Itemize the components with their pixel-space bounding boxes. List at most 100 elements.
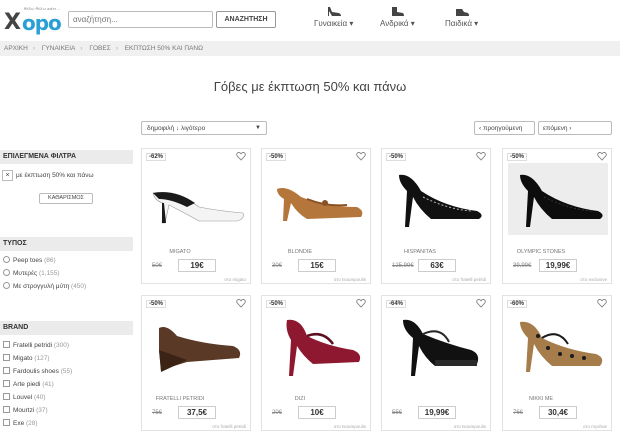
heart-icon[interactable] xyxy=(597,298,607,308)
chevron-down-icon: ▾ xyxy=(410,19,415,28)
search-input[interactable] xyxy=(68,11,213,28)
breadcrumb-home[interactable]: ΑΡΧΙΚΗ xyxy=(4,45,28,52)
sale-price[interactable]: 30,4€ xyxy=(539,406,577,419)
product-image[interactable] xyxy=(267,163,367,235)
option-count: (40) xyxy=(33,394,46,401)
product-brand: DIZI xyxy=(294,396,306,402)
heart-icon[interactable] xyxy=(236,298,246,308)
product-card[interactable]: -60% NIKKI ME 76€ 30,4€ στο myshoe xyxy=(502,295,612,431)
option-label: Mourtzi xyxy=(13,407,35,414)
brand-option[interactable]: Fardoulis shoes (55) xyxy=(3,367,72,378)
product-image[interactable] xyxy=(387,310,487,382)
brand-option[interactable]: Louvel (40) xyxy=(3,393,46,404)
option-count: (450) xyxy=(71,283,87,290)
sneaker-icon xyxy=(455,9,469,16)
product-image[interactable] xyxy=(267,310,367,382)
caret-down-icon: ▼ xyxy=(255,125,261,131)
active-filter-label: με έκπτωση 50% και πάνω xyxy=(16,172,94,180)
brand-option[interactable]: Exe (28) xyxy=(3,419,38,430)
nav-men[interactable]: Ανδρικά ▾ xyxy=(380,6,415,28)
brand-option[interactable]: Fratelli petridi (300) xyxy=(3,341,69,352)
clear-filters-button[interactable]: ΚΑΘΑΡΙΣΜΟΣ xyxy=(39,193,93,204)
prev-page-button[interactable]: ‹ προηγούμενη xyxy=(474,121,535,135)
shop-link[interactable]: στο exclusive xyxy=(580,277,607,282)
breadcrumb-pumps[interactable]: ΓΟΒΕΣ xyxy=(89,45,110,52)
sale-price[interactable]: 37,5€ xyxy=(178,406,216,419)
product-image[interactable] xyxy=(508,163,608,235)
checkbox[interactable] xyxy=(3,393,10,400)
sale-price[interactable]: 19,99€ xyxy=(539,259,577,272)
radio-button[interactable] xyxy=(3,282,10,289)
nav-women[interactable]: Γυναικεία ▾ xyxy=(314,6,353,28)
product-image[interactable] xyxy=(508,310,608,382)
heart-icon[interactable] xyxy=(476,298,486,308)
heart-icon[interactable] xyxy=(356,298,366,308)
logo-tagline: θέλω θέλω κάτι... xyxy=(24,6,61,11)
radio-button[interactable] xyxy=(3,256,10,263)
checkbox[interactable] xyxy=(3,367,10,374)
site-logo[interactable]: X opo θέλω θέλω κάτι... xyxy=(4,4,62,35)
checkbox[interactable] xyxy=(3,419,10,426)
sale-price[interactable]: 63€ xyxy=(418,259,456,272)
checkbox[interactable] xyxy=(3,380,10,387)
next-page-button[interactable]: επόμενη › xyxy=(538,121,612,135)
discount-badge: -50% xyxy=(386,153,407,161)
sale-price[interactable]: 15€ xyxy=(298,259,336,272)
sale-price[interactable]: 19€ xyxy=(178,259,216,272)
option-count: (55) xyxy=(60,368,73,375)
old-price: 55€ xyxy=(392,410,403,416)
brand-option[interactable]: Mourtzi (37) xyxy=(3,406,48,417)
product-card[interactable]: -50% DIZI 20€ 10€ στο tsoumpoulis xyxy=(261,295,371,431)
shop-link[interactable]: στο migato xyxy=(224,277,246,282)
checkbox[interactable] xyxy=(3,406,10,413)
option-count: (300) xyxy=(53,342,70,349)
old-price: 75€ xyxy=(152,410,163,416)
breadcrumb-separator: › xyxy=(32,45,36,52)
heart-icon[interactable] xyxy=(597,151,607,161)
old-price: 50€ xyxy=(152,263,163,269)
shop-link[interactable]: στο tsoumpoulis xyxy=(454,424,486,429)
shop-link[interactable]: στο tsoumpoulis xyxy=(334,424,366,429)
product-image[interactable] xyxy=(147,163,247,235)
brand-filter-section: BRAND xyxy=(0,321,133,335)
old-price: 125,99€ xyxy=(392,263,414,269)
product-card[interactable]: -62% MIGATO 50€ 19€ στο migato xyxy=(141,148,251,284)
sale-price[interactable]: 10€ xyxy=(298,406,336,419)
old-price: 39,99€ xyxy=(513,263,532,269)
shop-link[interactable]: στο myshoe xyxy=(583,424,607,429)
type-option-peep-toes[interactable]: Peep toes (86) xyxy=(3,256,56,267)
nav-kids[interactable]: Παιδικά ▾ xyxy=(445,6,478,28)
brand-option[interactable]: Migato (127) xyxy=(3,354,50,365)
price-row: 75€ 37,5€ xyxy=(142,406,252,420)
active-filter-chip: × με έκπτωση 50% και πάνω xyxy=(2,170,133,182)
breadcrumb-women[interactable]: ΓΥΝΑΙΚΕΙΑ xyxy=(42,45,76,52)
shop-link[interactable]: στο fratelli petridi xyxy=(212,424,246,429)
product-card[interactable]: -64% 55€ 19,99€ στο tsoumpoulis xyxy=(381,295,491,431)
heart-icon[interactable] xyxy=(236,151,246,161)
option-count: (28) xyxy=(26,420,38,427)
checkbox[interactable] xyxy=(3,354,10,361)
product-card[interactable]: -50% FRATELLI PETRIDI 75€ 37,5€ στο frat… xyxy=(141,295,251,431)
sale-price[interactable]: 19,99€ xyxy=(418,406,456,419)
sort-select[interactable]: δημοφιλή ↓ λιγότερο ▼ xyxy=(141,121,267,135)
remove-filter-icon[interactable]: × xyxy=(2,170,13,181)
option-label: Μυτερές xyxy=(13,270,38,277)
logo-text: opo xyxy=(22,11,62,35)
product-card[interactable]: -50% BLONDIE 30€ 15€ στο tsoumpoulis xyxy=(261,148,371,284)
chevron-down-icon: ▾ xyxy=(349,19,354,28)
shop-link[interactable]: στο fratelli petridi xyxy=(452,277,486,282)
radio-button[interactable] xyxy=(3,269,10,276)
product-image[interactable] xyxy=(387,163,487,235)
product-image[interactable] xyxy=(147,310,247,382)
checkbox[interactable] xyxy=(3,341,10,348)
old-price: 20€ xyxy=(272,410,283,416)
shop-link[interactable]: στο tsoumpoulis xyxy=(334,277,366,282)
type-option-round-toe[interactable]: Με στρογγυλή μύτη (450) xyxy=(3,282,86,293)
type-option-pointed[interactable]: Μυτερές (1,155) xyxy=(3,269,60,280)
brand-option[interactable]: Arte piedi (41) xyxy=(3,380,54,391)
heart-icon[interactable] xyxy=(476,151,486,161)
search-button[interactable]: ΑΝΑΖΗΤΗΣΗ xyxy=(216,11,276,28)
product-card[interactable]: -50% HISPANITAS 125,99€ 63€ στο fratelli… xyxy=(381,148,491,284)
heart-icon[interactable] xyxy=(356,151,366,161)
product-card[interactable]: -50% OLYMPIC STONES 39,99€ 19,99€ στο ex… xyxy=(502,148,612,284)
